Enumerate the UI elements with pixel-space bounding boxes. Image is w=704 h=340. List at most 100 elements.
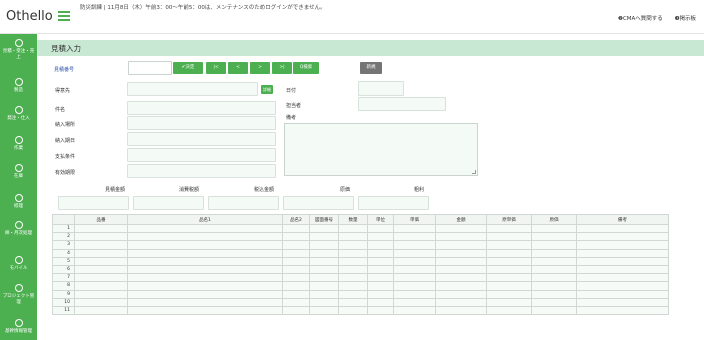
table-cell[interactable] — [393, 281, 436, 291]
table-cell[interactable] — [338, 223, 368, 234]
table-row[interactable]: 8 — [52, 281, 669, 291]
table-cell[interactable] — [309, 248, 339, 258]
sidebar-item-sales[interactable]: 見積・受注・売上 — [0, 39, 37, 61]
table-row[interactable]: 9 — [52, 289, 669, 299]
search-button[interactable]: Q検索 — [293, 62, 319, 74]
table-cell[interactable] — [367, 297, 394, 307]
table-cell[interactable] — [531, 305, 577, 316]
table-cell[interactable] — [282, 297, 310, 307]
table-cell[interactable] — [486, 256, 532, 266]
table-cell[interactable] — [367, 240, 394, 250]
table-cell[interactable] — [367, 248, 394, 258]
table-cell[interactable] — [576, 256, 669, 266]
table-cell[interactable] — [393, 248, 436, 258]
table-cell[interactable] — [367, 232, 394, 242]
table-cell[interactable] — [338, 248, 368, 258]
table-cell[interactable] — [576, 297, 669, 307]
table-cell[interactable] — [531, 289, 577, 299]
table-cell[interactable] — [127, 223, 283, 234]
table-cell[interactable] — [367, 281, 394, 291]
table-row[interactable]: 5 — [52, 256, 669, 266]
table-cell[interactable] — [74, 256, 128, 266]
table-cell[interactable] — [393, 289, 436, 299]
table-cell[interactable] — [531, 264, 577, 275]
table-cell[interactable] — [309, 223, 339, 234]
table-cell[interactable] — [74, 289, 128, 299]
table-cell[interactable] — [367, 273, 394, 283]
table-cell[interactable] — [74, 232, 128, 242]
table-cell[interactable] — [576, 223, 669, 234]
table-cell[interactable] — [74, 281, 128, 291]
next-record-button[interactable]: > — [250, 62, 270, 74]
table-cell[interactable] — [338, 297, 368, 307]
customer-field[interactable] — [127, 82, 258, 96]
table-cell[interactable] — [531, 273, 577, 283]
table-cell[interactable] — [393, 297, 436, 307]
table-cell[interactable] — [127, 305, 283, 316]
prev-record-button[interactable]: < — [228, 62, 248, 74]
table-cell[interactable] — [435, 256, 487, 266]
table-cell[interactable] — [282, 264, 310, 275]
table-cell[interactable] — [282, 232, 310, 242]
table-cell[interactable] — [393, 223, 436, 234]
remarks-textarea[interactable] — [284, 123, 478, 176]
ask-cma-link[interactable]: ❷CMAへ質問する — [618, 16, 663, 22]
table-cell[interactable] — [367, 223, 394, 234]
table-cell[interactable] — [393, 240, 436, 250]
table-cell[interactable] — [435, 281, 487, 291]
table-cell[interactable] — [309, 273, 339, 283]
table-cell[interactable] — [282, 256, 310, 266]
table-cell[interactable] — [435, 264, 487, 275]
table-cell[interactable] — [309, 297, 339, 307]
table-row[interactable]: 4 — [52, 248, 669, 258]
table-cell[interactable] — [367, 289, 394, 299]
table-cell[interactable] — [576, 264, 669, 275]
customer-detail-button[interactable]: 詳細 — [261, 85, 273, 94]
table-cell[interactable] — [367, 305, 394, 316]
table-cell[interactable] — [576, 305, 669, 316]
table-cell[interactable] — [576, 273, 669, 283]
table-cell[interactable] — [282, 240, 310, 250]
table-cell[interactable] — [486, 297, 532, 307]
sidebar-item-purchasing[interactable]: 発注・仕入 — [0, 106, 37, 122]
table-cell[interactable] — [74, 248, 128, 258]
table-cell[interactable] — [435, 297, 487, 307]
table-cell[interactable] — [127, 248, 283, 258]
table-cell[interactable] — [531, 297, 577, 307]
table-cell[interactable] — [127, 264, 283, 275]
sidebar-item-work[interactable]: 作業 — [0, 136, 37, 152]
table-cell[interactable] — [531, 223, 577, 234]
sidebar-item-manufacturing[interactable]: 製造 — [0, 78, 37, 94]
table-cell[interactable] — [127, 232, 283, 242]
table-cell[interactable] — [435, 305, 487, 316]
table-cell[interactable] — [486, 281, 532, 291]
table-row[interactable]: 3 — [52, 240, 669, 250]
decide-button[interactable]: ✔決定 — [173, 62, 203, 74]
table-cell[interactable] — [338, 289, 368, 299]
table-cell[interactable] — [367, 264, 394, 275]
table-cell[interactable] — [338, 264, 368, 275]
table-cell[interactable] — [74, 264, 128, 275]
table-cell[interactable] — [531, 240, 577, 250]
table-cell[interactable] — [393, 305, 436, 316]
table-cell[interactable] — [127, 273, 283, 283]
table-cell[interactable] — [576, 248, 669, 258]
table-cell[interactable] — [309, 256, 339, 266]
table-cell[interactable] — [309, 232, 339, 242]
table-cell[interactable] — [74, 223, 128, 234]
sidebar-item-inventory[interactable]: 在庫 — [0, 164, 37, 180]
table-cell[interactable] — [531, 256, 577, 266]
table-cell[interactable] — [282, 248, 310, 258]
table-cell[interactable] — [309, 281, 339, 291]
table-row[interactable]: 2 — [52, 232, 669, 242]
table-cell[interactable] — [486, 223, 532, 234]
table-cell[interactable] — [338, 273, 368, 283]
table-cell[interactable] — [486, 232, 532, 242]
bulletin-board-link[interactable]: ❸掲示板 — [675, 16, 696, 22]
table-cell[interactable] — [74, 240, 128, 250]
table-cell[interactable] — [127, 256, 283, 266]
table-cell[interactable] — [393, 264, 436, 275]
sidebar-item-master[interactable]: 基幹情報管理 — [0, 319, 37, 335]
table-cell[interactable] — [576, 240, 669, 250]
table-cell[interactable] — [309, 289, 339, 299]
